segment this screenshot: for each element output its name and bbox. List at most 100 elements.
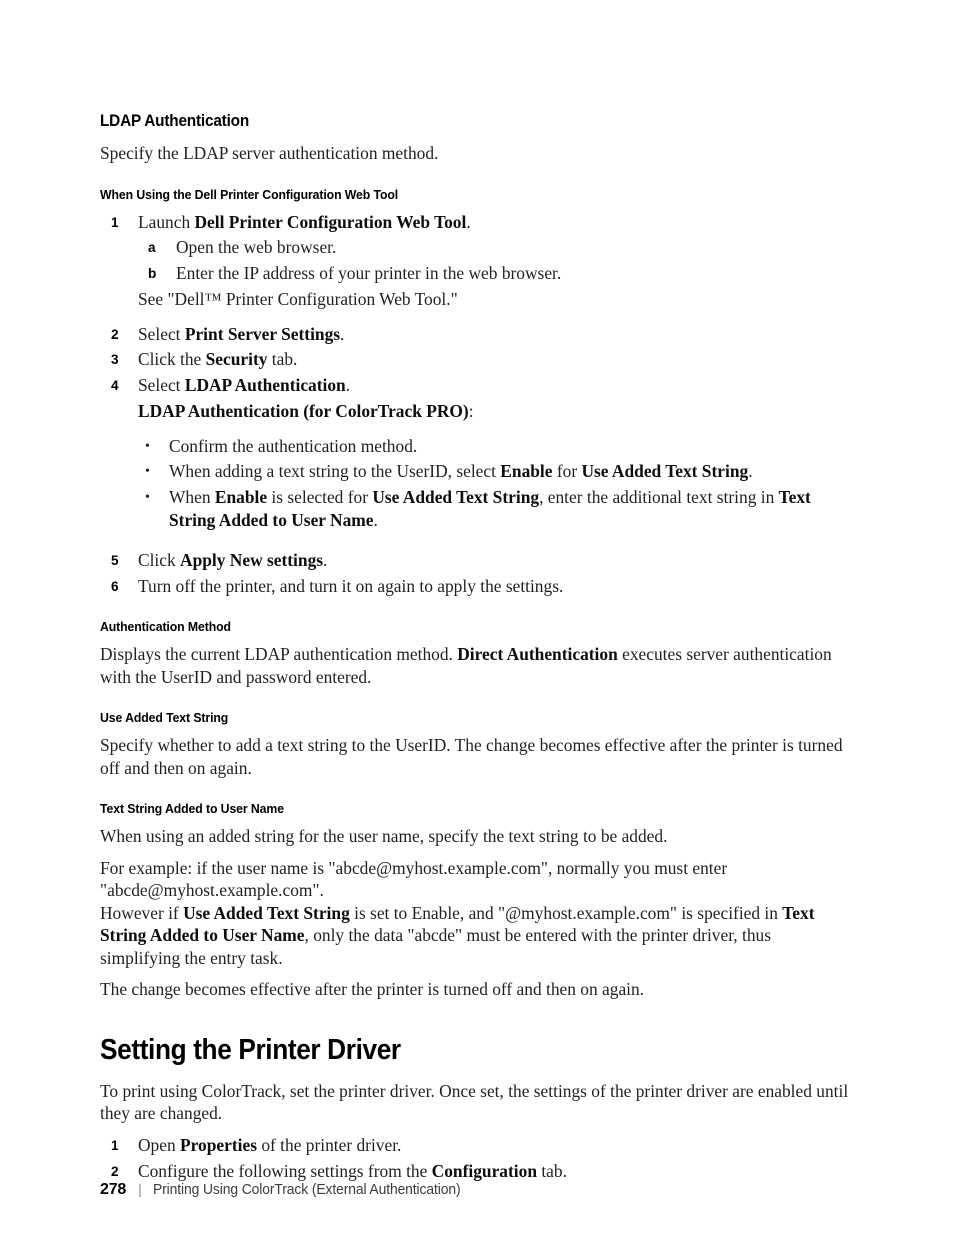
- text-run: However if: [100, 902, 184, 923]
- step-text-bold: Security: [205, 349, 268, 370]
- step-text: Turn off the printer, and turn it on aga…: [138, 575, 564, 596]
- step-number: 1: [111, 214, 119, 230]
- step4-subtitle: LDAP Authentication (for ColorTrack PRO)…: [138, 400, 852, 423]
- subheading-authentication-method: Authentication Method: [100, 619, 231, 635]
- step-item-1: 1 Launch Dell Printer Configuration Web …: [100, 211, 852, 234]
- bullet-icon: •: [145, 438, 150, 454]
- printer-driver-intro: To print using ColorTrack, set the print…: [100, 1080, 849, 1124]
- footer-page-number: 278: [100, 1181, 127, 1198]
- step-number: 5: [111, 552, 119, 568]
- bullet-icon: •: [145, 464, 150, 480]
- authentication-method-paragraph: Displays the current LDAP authentication…: [100, 643, 852, 688]
- use-added-text-string-paragraph: Specify whether to add a text string to …: [100, 735, 843, 778]
- step-item-5: 5 Click Apply New settings.: [100, 549, 852, 572]
- bullet-icon: •: [145, 489, 150, 505]
- bullet-text: When Enable is selected for Use Added Te…: [169, 487, 811, 531]
- step-number: 2: [111, 1163, 119, 1179]
- see-reference-note: See "Dell™ Printer Configuration Web Too…: [138, 288, 458, 309]
- substep-letter: a: [148, 240, 156, 256]
- substep-text: Open the web browser.: [176, 237, 337, 258]
- section-intro-paragraph: Specify the LDAP server authentication m…: [100, 143, 439, 163]
- subheading-text-string-added-to-user-name: Text String Added to User Name: [100, 801, 284, 817]
- step-text-bold: Dell Printer Configuration Web Tool: [194, 211, 467, 232]
- footer-chapter-title: Printing Using ColorTrack (External Auth…: [152, 1182, 461, 1198]
- text-run-bold: Direct Authentication: [457, 644, 618, 665]
- text-string-paragraph-3: However if Use Added Text String is set …: [100, 902, 852, 970]
- text-run-bold: Configuration: [431, 1160, 537, 1181]
- step-text: Open Properties of the printer driver.: [138, 1135, 401, 1155]
- document-page: LDAP Authentication Specify the LDAP ser…: [0, 0, 954, 1235]
- web-tool-steps-list: 1 Launch Dell Printer Configuration Web …: [100, 211, 852, 598]
- substep-letter: b: [148, 266, 157, 282]
- text-run: .: [373, 510, 378, 531]
- step-text-bold: Apply New settings: [180, 549, 324, 570]
- printer-driver-steps-list: 1 Open Properties of the printer driver.…: [100, 1134, 852, 1183]
- step-item-4: 4 Select LDAP Authentication.: [100, 374, 852, 397]
- step-number: 2: [111, 326, 119, 342]
- text-run: of the printer driver.: [256, 1134, 402, 1155]
- text-run: is set to Enable, and "@myhost.example.c…: [349, 902, 783, 923]
- text-run-bold: Enable: [500, 461, 553, 482]
- text-run: tab.: [537, 1160, 567, 1181]
- text-run: Configure the following settings from th…: [138, 1160, 432, 1181]
- text-string-paragraph-2: For example: if the user name is "abcde@…: [100, 857, 728, 901]
- step4-bullet-list: • Confirm the authentication method. • W…: [142, 435, 852, 533]
- step-text-before: Select: [138, 375, 185, 396]
- step-number: 3: [111, 352, 119, 368]
- text-run-bold: Enable: [214, 486, 268, 507]
- substeps-list: a Open the web browser. b Enter the IP a…: [138, 236, 852, 310]
- text-run: Open: [138, 1134, 181, 1155]
- step-text-after: .: [340, 323, 345, 344]
- section-heading-setting-printer-driver: Setting the Printer Driver: [100, 1033, 401, 1066]
- step-text: Click the Security tab.: [138, 349, 297, 369]
- step-item-2: 2 Select Print Server Settings.: [100, 323, 852, 346]
- step-text-after: .: [345, 375, 351, 396]
- text-run-bold: Use Added Text String: [183, 902, 350, 923]
- bullet-item: • When adding a text string to the UserI…: [142, 460, 852, 484]
- step-text: Select LDAP Authentication.: [138, 375, 350, 395]
- step-text: Click Apply New settings.: [138, 550, 327, 570]
- step-text-after: .: [466, 211, 471, 232]
- subheading-when-using-web-tool: When Using the Dell Printer Configuratio…: [100, 186, 399, 202]
- step-text-bold: Print Server Settings: [184, 323, 341, 344]
- step-text: Configure the following settings from th…: [138, 1161, 567, 1181]
- substep-item-a: a Open the web browser.: [138, 236, 852, 259]
- step-text-before: Click the: [138, 349, 206, 370]
- section-heading-ldap-authentication: LDAP Authentication: [100, 112, 250, 130]
- step-number: 6: [111, 578, 119, 594]
- substep-item-b: b Enter the IP address of your printer i…: [138, 262, 852, 285]
- step-text-after: tab.: [267, 349, 298, 370]
- text-run-bold: Properties: [180, 1134, 257, 1155]
- text-run: Displays the current LDAP authentication…: [100, 644, 458, 665]
- step-text-before: Select: [138, 323, 185, 344]
- text-run: When adding a text string to the UserID,…: [169, 461, 501, 482]
- step4-subtitle-colon: :: [468, 401, 474, 422]
- text-run: Confirm the authentication method.: [169, 435, 418, 456]
- bullet-text: Confirm the authentication method.: [169, 436, 417, 456]
- step-text: Launch Dell Printer Configuration Web To…: [138, 212, 471, 232]
- footer-separator: |: [138, 1181, 142, 1197]
- step-item-3: 3 Click the Security tab.: [100, 348, 852, 371]
- text-string-paragraph-1: When using an added string for the user …: [100, 826, 668, 847]
- step-text-after: .: [323, 549, 328, 570]
- text-string-paragraph-4: The change becomes effective after the p…: [100, 979, 645, 1000]
- page-content: LDAP Authentication Specify the LDAP ser…: [100, 112, 852, 1186]
- bullet-text: When adding a text string to the UserID,…: [169, 461, 753, 481]
- step-text: Select Print Server Settings.: [138, 324, 344, 344]
- step-text-bold: LDAP Authentication: [184, 375, 346, 396]
- bullet-item: • Confirm the authentication method.: [142, 435, 852, 459]
- text-run: , enter the additional text string in: [539, 486, 779, 507]
- substep-text: Enter the IP address of your printer in …: [176, 263, 562, 284]
- step-text-before: Click: [138, 549, 181, 570]
- text-run: is selected for: [267, 486, 373, 507]
- step-number: 1: [111, 1137, 119, 1153]
- bullet-item: • When Enable is selected for Use Added …: [142, 486, 852, 533]
- driver-step-item-1: 1 Open Properties of the printer driver.: [100, 1134, 852, 1157]
- text-run-bold: Use Added Text String: [372, 486, 540, 507]
- page-footer: 278 | Printing Using ColorTrack (Externa…: [100, 1181, 476, 1199]
- text-run-bold: Use Added Text String: [581, 461, 749, 482]
- step4-subtitle-bold: LDAP Authentication (for ColorTrack PRO): [138, 401, 469, 422]
